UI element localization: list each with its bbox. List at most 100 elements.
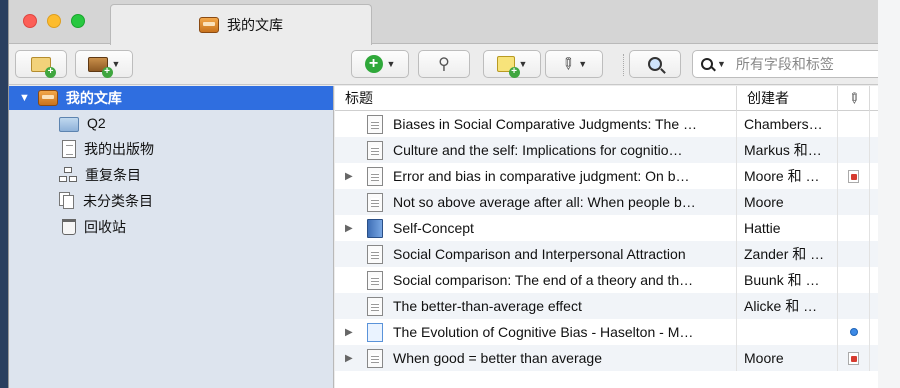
item-creator: Hattie bbox=[744, 220, 781, 236]
item-title: Social Comparison and Interpersonal Attr… bbox=[393, 246, 686, 262]
new-collection-button[interactable] bbox=[15, 50, 67, 78]
item-creator: Chambers… bbox=[744, 116, 823, 132]
expand-triangle-icon[interactable]: ▶ bbox=[345, 327, 359, 338]
sidebar-item-my-publications[interactable]: 我的出版物 bbox=[9, 136, 333, 162]
close-window-button[interactable] bbox=[23, 14, 37, 28]
document-icon bbox=[367, 166, 383, 186]
minimize-window-button[interactable] bbox=[47, 14, 61, 28]
attachment-cell bbox=[838, 163, 870, 189]
book-icon bbox=[367, 218, 383, 238]
trash-icon bbox=[62, 219, 76, 235]
table-row[interactable]: ▶ Error and bias in comparative judgment:… bbox=[335, 163, 878, 189]
title-cell: Biases in Social Comparative Judgments: … bbox=[335, 111, 737, 137]
add-by-identifier-button[interactable]: ⚲ bbox=[418, 50, 470, 78]
pdf-attachment-icon[interactable] bbox=[848, 169, 859, 183]
sidebar-item-label: 回收站 bbox=[84, 219, 126, 235]
column-header-creator[interactable]: 创建者 bbox=[737, 85, 838, 111]
sidebar-item-q2[interactable]: Q2 bbox=[9, 110, 333, 136]
item-title: The Evolution of Cognitive Bias - Haselt… bbox=[393, 324, 694, 340]
magnifier-icon bbox=[648, 57, 662, 71]
sidebar-item-my-library[interactable]: ▼ 我的文库 bbox=[9, 86, 333, 110]
pdf-attachment-icon[interactable] bbox=[848, 351, 859, 365]
table-row[interactable]: Social Comparison and Interpersonal Attr… bbox=[335, 241, 878, 267]
sidebar-item-unfiled[interactable]: 未分类条目 bbox=[9, 188, 333, 214]
item-creator: Zander 和 … bbox=[744, 246, 825, 262]
document-icon bbox=[367, 114, 383, 134]
creator-cell: Chambers… bbox=[737, 111, 838, 137]
table-header: 标题 创建者 ✎ bbox=[335, 85, 878, 111]
collections-sidebar: ▼ 我的文库 Q2 我的出版物 重复条目 未分类条目 回收站 bbox=[9, 86, 334, 388]
item-title: Not so above average after all: When peo… bbox=[393, 194, 696, 210]
creator-cell: Markus 和… bbox=[737, 137, 838, 163]
expand-triangle-icon[interactable]: ▶ bbox=[345, 171, 359, 182]
column-header-attachments[interactable]: ✎ bbox=[838, 85, 870, 111]
sidebar-item-duplicates[interactable]: 重复条目 bbox=[9, 162, 333, 188]
expand-triangle-icon[interactable]: ▶ bbox=[345, 353, 359, 364]
search-mode-chevron-icon[interactable]: ▼ bbox=[717, 59, 726, 69]
table-row[interactable]: ▶ When good = better than average Moore bbox=[335, 345, 878, 371]
new-library-button[interactable]: ▼ bbox=[75, 50, 133, 78]
chevron-down-icon: ▼ bbox=[578, 59, 588, 69]
zoom-window-button[interactable] bbox=[71, 14, 85, 28]
attachment-cell bbox=[838, 111, 870, 137]
search-box[interactable]: ▼ bbox=[692, 50, 878, 78]
table-row[interactable]: Culture and the self: Implications for c… bbox=[335, 137, 878, 163]
paperclip-icon: ✎ bbox=[556, 53, 578, 76]
item-title: The better-than-average effect bbox=[393, 298, 582, 314]
column-header-title[interactable]: 标题 bbox=[335, 85, 737, 111]
toolbar-separator bbox=[623, 54, 624, 76]
attachment-cell bbox=[838, 241, 870, 267]
creator-cell: Moore bbox=[737, 189, 838, 215]
table-row[interactable]: The better-than-average effect Alicke 和 … bbox=[335, 293, 878, 319]
sidebar-item-trash[interactable]: 回收站 bbox=[9, 214, 333, 240]
new-item-button[interactable]: + ▼ bbox=[351, 50, 409, 78]
document-icon bbox=[367, 140, 383, 160]
expand-triangle-icon[interactable]: ▶ bbox=[345, 223, 359, 234]
table-row[interactable]: Not so above average after all: When peo… bbox=[335, 189, 878, 215]
document-icon bbox=[367, 244, 383, 264]
item-creator: Buunk 和 … bbox=[744, 272, 820, 288]
creator-cell: Alicke 和 … bbox=[737, 293, 838, 319]
paperclip-icon: ✎ bbox=[844, 87, 864, 108]
disclosure-triangle-icon[interactable]: ▼ bbox=[19, 92, 30, 104]
folder-icon bbox=[59, 116, 79, 132]
table-row[interactable]: ▶ Self-Concept Hattie bbox=[335, 215, 878, 241]
note-plus-icon bbox=[496, 56, 520, 78]
title-cell: Culture and the self: Implications for c… bbox=[335, 137, 737, 163]
document-icon bbox=[62, 140, 76, 158]
title-cell: The better-than-average effect bbox=[335, 293, 737, 319]
sidebar-root-label: 我的文库 bbox=[65, 90, 122, 106]
item-creator: Moore 和 … bbox=[744, 168, 820, 184]
item-title: Culture and the self: Implications for c… bbox=[393, 142, 683, 158]
sidebar-item-label: 重复条目 bbox=[85, 167, 141, 183]
webpage-icon bbox=[367, 322, 383, 342]
title-bar: 我的文库 bbox=[9, 0, 878, 45]
table-row[interactable]: Social comparison: The end of a theory a… bbox=[335, 267, 878, 293]
item-title: Biases in Social Comparative Judgments: … bbox=[393, 116, 697, 132]
snapshot-attachment-icon[interactable] bbox=[849, 328, 858, 336]
tab-my-library[interactable]: 我的文库 bbox=[110, 4, 372, 45]
new-note-button[interactable]: ▼ bbox=[483, 50, 541, 78]
table-row[interactable]: Biases in Social Comparative Judgments: … bbox=[335, 111, 878, 137]
item-title: Social comparison: The end of a theory a… bbox=[393, 272, 694, 288]
library-icon bbox=[199, 17, 219, 33]
add-attachment-button[interactable]: ✎ ▼ bbox=[545, 50, 603, 78]
table-row[interactable]: ▶ The Evolution of Cognitive Bias - Hasel… bbox=[335, 319, 878, 345]
lookup-button[interactable] bbox=[629, 50, 681, 78]
creator-cell: Buunk 和 … bbox=[737, 267, 838, 293]
zotero-window: 我的文库 ▼ + ▼ ⚲ ▼ ✎ ▼ ▼ bbox=[8, 0, 878, 388]
duplicates-icon bbox=[59, 167, 77, 183]
creator-cell: Moore bbox=[737, 345, 838, 371]
search-input[interactable] bbox=[735, 56, 876, 72]
item-title: Self-Concept bbox=[393, 220, 474, 236]
creator-cell: Moore 和 … bbox=[737, 163, 838, 189]
search-icon[interactable] bbox=[701, 58, 713, 70]
title-cell: ▶ Self-Concept bbox=[335, 215, 737, 241]
title-cell: ▶ When good = better than average bbox=[335, 345, 737, 371]
item-creator: Moore bbox=[744, 194, 784, 210]
chevron-down-icon: ▼ bbox=[518, 59, 528, 69]
chevron-down-icon: ▼ bbox=[386, 59, 396, 69]
attachment-cell bbox=[838, 345, 870, 371]
attachment-cell bbox=[838, 215, 870, 241]
chevron-down-icon: ▼ bbox=[111, 59, 121, 69]
